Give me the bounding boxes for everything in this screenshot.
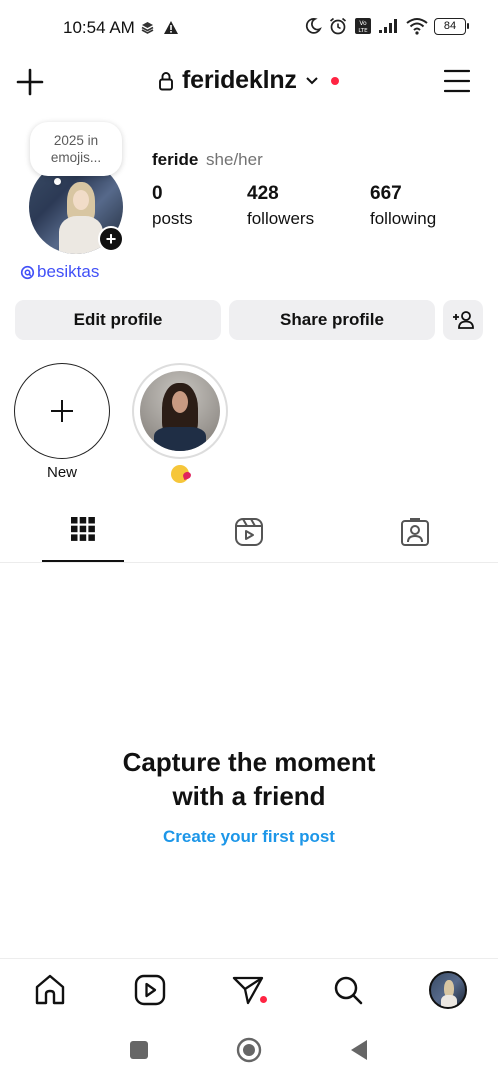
highlight-new[interactable]: New <box>14 363 110 481</box>
note-bubble-tail <box>54 178 61 185</box>
alarm-icon <box>329 17 347 35</box>
discover-people-button[interactable] <box>443 300 483 340</box>
grid-icon <box>71 517 95 541</box>
profile-tab-avatar[interactable] <box>429 971 467 1009</box>
moon-icon <box>305 18 322 34</box>
tab-posts-grid[interactable] <box>63 517 103 549</box>
volte-icon: VoLTE <box>355 18 371 34</box>
note-text-line1: 2025 in <box>53 133 99 148</box>
hamburger-menu-icon[interactable] <box>444 68 470 94</box>
reels-icon <box>235 518 263 546</box>
posts-count: 0 <box>152 183 163 204</box>
posts-label: posts <box>152 209 193 228</box>
status-bar: 10:54 AM Vo LTE 84 <box>0 0 498 58</box>
kiss-face-emoji-icon <box>171 465 189 483</box>
note-bubble[interactable]: 2025 in emojis... <box>30 122 122 176</box>
threads-badge-link[interactable]: besiktas <box>20 262 99 282</box>
edit-profile-button[interactable]: Edit profile <box>15 300 221 340</box>
profile-tabs <box>0 505 498 563</box>
empty-state-title: Capture the moment with a friend <box>0 745 498 813</box>
profile-name-row: feride she/her <box>152 150 263 170</box>
reels-play-icon[interactable] <box>134 973 166 1007</box>
home-circle-icon[interactable] <box>236 1037 262 1063</box>
layers-icon <box>141 22 154 34</box>
lock-icon <box>159 71 173 90</box>
note-text-line2: emojis... <box>50 150 102 165</box>
messages-notification-dot <box>260 996 267 1003</box>
edit-profile-label: Edit profile <box>73 310 163 329</box>
following-count: 667 <box>370 183 402 204</box>
search-icon[interactable] <box>332 973 364 1007</box>
create-first-post-link[interactable]: Create your first post <box>0 827 498 847</box>
account-switcher[interactable]: ferideklnz <box>158 66 339 95</box>
share-profile-label: Share profile <box>280 310 384 329</box>
tab-reels[interactable] <box>229 517 269 549</box>
svg-text:Vo: Vo <box>359 20 367 27</box>
plus-icon <box>51 400 73 422</box>
notification-dot <box>330 76 339 85</box>
posts-stat: 0 posts <box>152 183 193 229</box>
paper-plane-icon[interactable] <box>232 973 264 1007</box>
new-highlight-circle <box>14 363 110 459</box>
wifi-icon <box>406 18 428 35</box>
chevron-down-icon <box>305 76 318 84</box>
battery-level: 84 <box>443 20 457 32</box>
followers-label: followers <box>247 209 315 228</box>
pronouns: she/her <box>206 150 263 169</box>
recents-square-icon[interactable] <box>129 1040 149 1060</box>
username: ferideklnz <box>182 66 297 94</box>
create-plus-icon[interactable] <box>16 68 44 96</box>
highlight-ring <box>132 363 228 459</box>
display-name: feride <box>152 150 199 169</box>
system-navigation-bar <box>0 1022 498 1080</box>
following-label: following <box>370 209 437 228</box>
add-story-icon[interactable]: + <box>98 226 124 252</box>
followers-count: 428 <box>247 183 279 204</box>
tab-tagged[interactable] <box>395 517 435 549</box>
threads-handle: besiktas <box>37 262 100 281</box>
tagged-person-icon <box>401 518 429 546</box>
threads-icon <box>20 265 35 279</box>
bottom-navigation <box>0 958 498 1022</box>
highlight-label: New <box>46 464 77 481</box>
highlight-cover-image <box>140 371 220 451</box>
following-stat[interactable]: 667 following <box>370 183 436 229</box>
empty-title-line1: Capture the moment <box>122 747 376 777</box>
followers-stat[interactable]: 428 followers <box>247 183 314 229</box>
active-tab-indicator <box>42 560 124 562</box>
signal-icon <box>379 19 397 33</box>
home-icon[interactable] <box>34 973 66 1007</box>
svg-text:LTE: LTE <box>358 28 368 34</box>
status-time: 10:54 AM <box>63 18 135 37</box>
share-profile-button[interactable]: Share profile <box>229 300 435 340</box>
warning-icon <box>164 21 178 34</box>
empty-title-line2: with a friend <box>172 781 326 811</box>
back-triangle-icon[interactable] <box>349 1039 369 1061</box>
battery-indicator: 84 <box>434 17 469 35</box>
add-person-icon <box>453 311 474 329</box>
highlight-item[interactable] <box>132 363 228 488</box>
profile-header: ferideklnz <box>0 58 498 106</box>
